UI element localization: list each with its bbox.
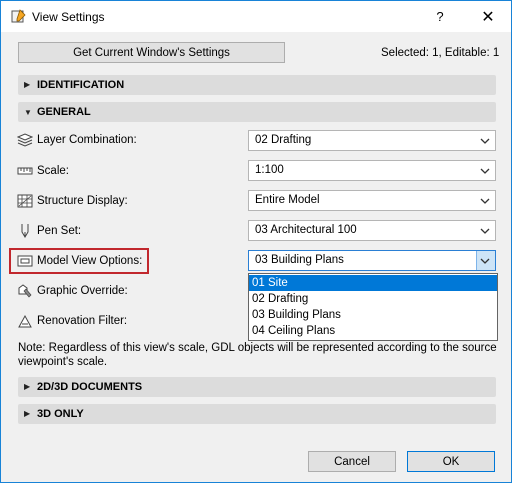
close-button[interactable]: ✕ [465, 1, 511, 32]
expand-triangle-icon: ▶ [24, 382, 31, 391]
pen-set-label: Pen Set: [37, 225, 82, 237]
section-label: GENERAL [37, 106, 91, 118]
ok-button[interactable]: OK [407, 451, 495, 472]
structure-display-dropdown[interactable]: Entire Model [248, 190, 496, 211]
model-view-options-list: 01 Site 02 Drafting 03 Building Plans 04… [248, 273, 498, 341]
structure-display-icon [17, 194, 33, 208]
option-01-site[interactable]: 01 Site [249, 275, 497, 291]
scale-icon [17, 167, 33, 175]
model-view-options-dropdown[interactable]: 03 Building Plans [248, 250, 496, 271]
option-03-building-plans[interactable]: 03 Building Plans [249, 307, 497, 323]
view-settings-dialog: View Settings ? ✕ Get Current Window's S… [0, 0, 512, 483]
section-general[interactable]: ▼ GENERAL [18, 102, 496, 122]
section-identification[interactable]: ▶ IDENTIFICATION [18, 75, 496, 95]
model-view-options-icon [17, 255, 33, 267]
chevron-down-icon [480, 138, 490, 144]
scale-label: Scale: [37, 165, 69, 177]
dropdown-value: 02 Drafting [255, 134, 312, 146]
expand-triangle-icon: ▶ [24, 80, 31, 89]
dropdown-value: 03 Architectural 100 [255, 224, 357, 236]
scale-note: Note: Regardless of this view's scale, G… [18, 342, 497, 368]
option-02-drafting[interactable]: 02 Drafting [249, 291, 497, 307]
scale-dropdown[interactable]: 1:100 [248, 160, 496, 181]
help-button[interactable]: ? [417, 1, 463, 32]
graphic-override-label: Graphic Override: [37, 285, 128, 297]
graphic-override-icon [18, 284, 32, 298]
window-title: View Settings [32, 10, 105, 24]
section-3d-only[interactable]: ▶ 3D ONLY [18, 404, 496, 424]
section-label: 3D ONLY [37, 408, 84, 420]
collapse-triangle-icon: ▼ [24, 108, 32, 117]
chevron-down-icon [480, 258, 490, 264]
cancel-button[interactable]: Cancel [308, 451, 396, 472]
view-settings-icon [11, 9, 26, 23]
section-label: 2D/3D DOCUMENTS [37, 381, 143, 393]
get-current-window-settings-button[interactable]: Get Current Window's Settings [18, 42, 285, 63]
chevron-down-icon [480, 228, 490, 234]
pen-set-dropdown[interactable]: 03 Architectural 100 [248, 220, 496, 241]
selected-editable-count: Selected: 1, Editable: 1 [381, 47, 500, 59]
layer-combination-dropdown[interactable]: 02 Drafting [248, 130, 496, 151]
title-bar: View Settings ? ✕ [1, 1, 511, 32]
dropdown-value: 1:100 [255, 164, 284, 176]
chevron-down-icon [480, 198, 490, 204]
structure-display-label: Structure Display: [37, 195, 128, 207]
dropdown-value: Entire Model [255, 194, 320, 206]
section-2d-3d-documents[interactable]: ▶ 2D/3D DOCUMENTS [18, 377, 496, 397]
renovation-filter-icon [18, 314, 32, 328]
model-view-options-label: Model View Options: [37, 255, 143, 267]
option-04-ceiling-plans[interactable]: 04 Ceiling Plans [249, 323, 497, 339]
expand-triangle-icon: ▶ [24, 409, 31, 418]
section-label: IDENTIFICATION [37, 79, 125, 91]
layer-combination-label: Layer Combination: [37, 134, 137, 146]
renovation-filter-label: Renovation Filter: [37, 315, 128, 327]
pen-icon [21, 224, 29, 238]
layers-icon [17, 133, 33, 147]
chevron-down-icon [480, 168, 490, 174]
dropdown-value: 03 Building Plans [255, 254, 344, 266]
